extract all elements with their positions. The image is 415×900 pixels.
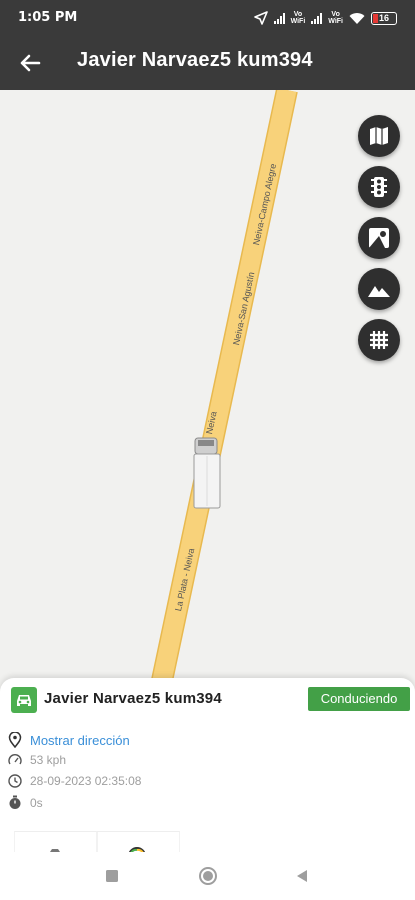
page-title: Javier Narvaez5 kum394 (77, 49, 313, 71)
wifi-icon (349, 12, 365, 24)
map-layers-icon (370, 127, 388, 145)
duration-row: 0s (8, 795, 43, 810)
speedometer-icon (8, 754, 22, 765)
speed-row: 53 kph (8, 753, 66, 767)
signal-icon (273, 12, 285, 24)
map-layers-button[interactable] (358, 115, 400, 157)
battery-level: 16 (378, 12, 389, 23)
datetime-row: 28-09-2023 02:35:08 (8, 774, 141, 788)
address-row: Mostrar dirección (8, 732, 130, 748)
street-view-icon (369, 228, 389, 248)
location-pin-icon (8, 732, 22, 748)
stopwatch-icon (9, 795, 21, 809)
home-button[interactable] (196, 864, 220, 888)
speed-value: 53 kph (30, 753, 67, 767)
system-nav-bar (0, 852, 415, 900)
show-address-link[interactable]: Mostrar dirección (30, 733, 130, 748)
status-badge: Conduciendo (308, 687, 410, 711)
back-button[interactable] (290, 864, 314, 888)
vehicle-name: Javier Narvaez5 kum394 (44, 690, 222, 707)
signal-icon (311, 12, 323, 24)
car-icon (11, 687, 37, 713)
vowifi-indicator: Vo WiFi (290, 11, 306, 25)
status-bar: 1:05 PM Vo WiFi Vo WiFi 16 (0, 0, 415, 36)
grid-button[interactable] (358, 319, 400, 361)
grid-icon (370, 331, 388, 349)
vowifi-indicator: Vo WiFi (328, 11, 343, 25)
recent-apps-button[interactable] (100, 864, 124, 888)
map-roads (149, 90, 298, 690)
battery-icon: 16 (371, 11, 397, 25)
vehicle-marker[interactable] (192, 436, 222, 510)
location-arrow-icon (253, 11, 268, 25)
recent-apps-icon (106, 870, 118, 882)
street-view-button[interactable] (358, 217, 400, 259)
map-view[interactable]: Neiva-Campo Alegre Neiva-San Agustín Nei… (0, 90, 415, 690)
traffic-light-icon (371, 177, 387, 197)
back-icon (297, 870, 307, 882)
clock-icon (8, 774, 22, 788)
status-time: 1:05 PM (18, 10, 78, 25)
terrain-icon (368, 286, 390, 297)
traffic-button[interactable] (358, 166, 400, 208)
terrain-button[interactable] (358, 268, 400, 310)
datetime-value: 28-09-2023 02:35:08 (30, 774, 142, 788)
home-icon (199, 867, 217, 885)
duration-value: 0s (30, 795, 43, 810)
status-icons: Vo WiFi Vo WiFi 16 (253, 9, 397, 27)
arrow-left-icon[interactable] (14, 47, 46, 79)
app-bar: Javier Narvaez5 kum394 (0, 36, 415, 90)
